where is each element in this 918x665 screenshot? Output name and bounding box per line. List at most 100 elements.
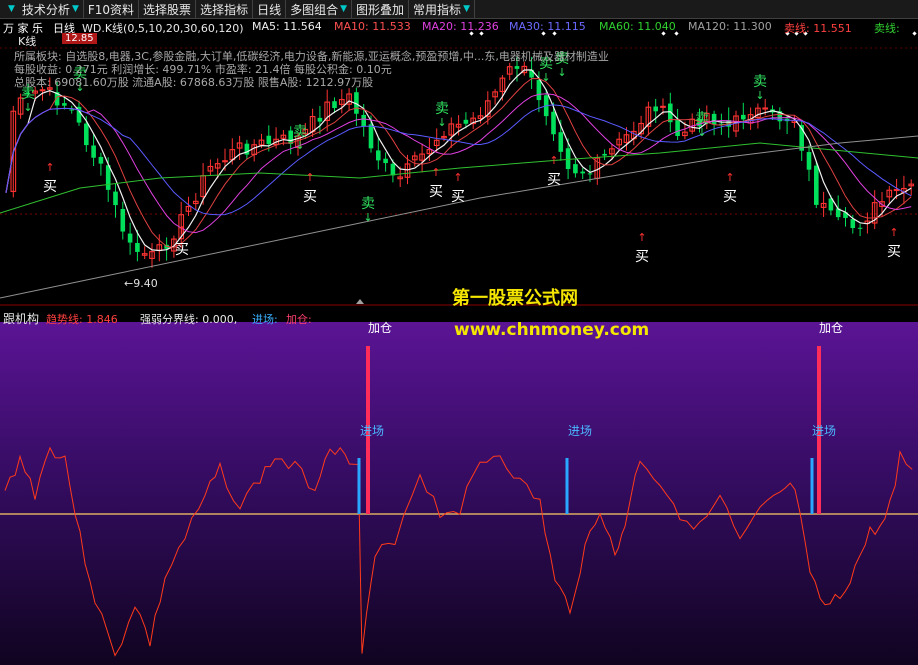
candle-body (120, 208, 126, 232)
toolbar-item-label: 选择股票 (143, 2, 192, 17)
buy-arrow-icon: ↑ (725, 171, 734, 184)
indicator-chart[interactable]: 加仓 加仓进场 进场 进场 (0, 308, 918, 665)
buy-marker: 买 (635, 249, 649, 265)
buy-arrow-icon: ↑ (431, 166, 440, 179)
buy-marker: 买 (429, 184, 443, 200)
sell-arrow-icon: ↓ (363, 211, 372, 224)
buy-marker: 买 (547, 172, 561, 188)
kline-panel[interactable]: ↑ 买 ↑ 买 ↑ 买 ↑ 买 ↑ 买 ↑ 买 ↑ 买 ↑ 买 ↑ 买卖 ↓ 卖 ↓ 卖 ↓ 卖 ↓ 卖 ↓ 卖 ↓ 卖 ↓ 卖 ↓ 卖 ↓ 万 家… (0, 18, 918, 308)
scroll-marker-icon (356, 299, 364, 304)
buy-marker: 买 (175, 242, 189, 258)
toolbar-item-label: 图形叠加 (356, 2, 405, 17)
candle-body (62, 103, 67, 106)
sell-marker: 卖 (435, 101, 449, 117)
watermark-title: 第一股票公式网 (452, 288, 578, 309)
entry-bar (357, 458, 361, 514)
toolbar-item-5[interactable]: 多图组合 ▼ (286, 0, 353, 18)
ma10-line (5, 77, 912, 249)
candle-body (383, 158, 388, 164)
toolbar-item-label: 常用指标 (413, 2, 462, 17)
sell-arrow-icon: ↓ (295, 139, 304, 152)
chevron-down-icon[interactable]: ▼ (340, 4, 347, 14)
buy-arrow-icon: ↑ (177, 224, 186, 237)
add-legend: 加仓: (286, 313, 312, 326)
toolbar-item-6[interactable]: 图形叠加 (352, 0, 410, 18)
toolbar-item-label: 日线 (257, 2, 282, 17)
sell-arrow-icon: ↓ (557, 66, 566, 79)
candle-body (660, 105, 666, 108)
indicator-title: 跟机构 (3, 312, 40, 326)
candle-body (893, 188, 900, 192)
toolbar-item-2[interactable]: 选择股票 (139, 0, 197, 18)
candle-body (857, 227, 863, 229)
candle-body (361, 114, 366, 127)
candle-body (675, 119, 680, 137)
strong-weak-value: 强弱分界线: 0.000, (140, 313, 238, 326)
entry-signal-label: 进场 (568, 424, 592, 438)
candle-body (741, 114, 746, 120)
sell-arrow-icon: ↓ (23, 101, 32, 114)
candle-body (514, 66, 520, 69)
candle-body (463, 119, 469, 124)
toolbar-dropdown-icon[interactable]: ▼ (8, 4, 15, 14)
chevron-down-icon[interactable]: ▼ (72, 4, 79, 14)
entry-legend: 进场: (252, 313, 278, 326)
toolbar-item-label: 选择指标 (200, 2, 249, 17)
candle-body (587, 173, 593, 175)
candle-body (113, 191, 118, 206)
candle-body (98, 156, 104, 164)
candle-body (573, 164, 578, 174)
add-signal-label: 加仓 (368, 321, 392, 335)
candle-body (580, 171, 585, 174)
ma120-line (0, 135, 918, 299)
candle-body (222, 160, 228, 163)
sell-marker: 卖 (293, 124, 307, 140)
buy-arrow-icon: ↑ (453, 171, 462, 184)
kline-badge: 12.85 (62, 33, 97, 44)
candle-body (127, 233, 133, 243)
sell-marker: 卖 (361, 196, 375, 212)
info-shares: 总股本: 69081.60万股 流通A股: 67868.63万股 限售A股: 1… (14, 76, 374, 89)
buy-arrow-icon: ↑ (45, 161, 54, 174)
chevron-down-icon[interactable]: ▼ (463, 4, 470, 14)
candle-body (368, 124, 374, 149)
buy-arrow-icon: ↑ (549, 154, 558, 167)
candle-body (332, 101, 337, 109)
buy-marker: 买 (887, 244, 901, 260)
candle-body (376, 150, 381, 161)
ma120-value: MA120: 11.300 (688, 20, 772, 33)
sell-line-label: 卖线: (874, 22, 900, 35)
indicator-name: WD.K线(0,5,10,20,30,60,120) (82, 22, 244, 35)
add-signal-label: 加仓 (819, 321, 843, 335)
entry-signal-label: 进场 (360, 424, 384, 438)
buy-marker: 买 (43, 179, 57, 195)
entry-bar (810, 458, 814, 514)
top-diamond-icon (912, 31, 917, 36)
candle-body (390, 163, 396, 176)
candle-body (762, 107, 769, 110)
buy-arrow-icon: ↑ (305, 171, 314, 184)
indicator-panel[interactable]: 加仓 加仓 进场 进场 进场 跟机构 趋势线: 1.846 强弱分界线: 0.000, … (0, 308, 918, 665)
entry-signal-label: 进场 (812, 424, 836, 438)
candle-body (105, 165, 111, 190)
toolbar-item-4[interactable]: 日线 (253, 0, 287, 18)
ma30-value: MA30: 11.115 (509, 20, 586, 33)
toolbar-item-label: F10资料 (87, 2, 135, 17)
toolbar-item-0[interactable]: 技术分析 ▼ (18, 0, 84, 18)
candle-body (317, 117, 323, 122)
sell-arrow-icon: ↓ (437, 116, 446, 129)
toolbar-item-3[interactable]: 选择指标 (196, 0, 254, 18)
candle-body (602, 153, 607, 156)
sell-arrow-icon: ↓ (755, 89, 764, 102)
sell-arrow-icon: ↓ (697, 126, 706, 139)
ma20-value: MA20: 11.236 (422, 20, 499, 33)
toolbar-item-7[interactable]: 常用指标 ▼ (409, 0, 475, 18)
sell-marker: 卖 (695, 111, 709, 127)
toolbar-item-1[interactable]: F10资料 (84, 0, 140, 18)
sell-arrow-icon: ↓ (541, 71, 550, 84)
trend-line-value: 趋势线: 1.846 (46, 313, 118, 326)
candle-body (91, 145, 96, 158)
buy-marker: 买 (451, 189, 465, 205)
ma10-value: MA10: 11.533 (334, 20, 411, 33)
low-price-marker: ←9.40 (124, 277, 158, 290)
